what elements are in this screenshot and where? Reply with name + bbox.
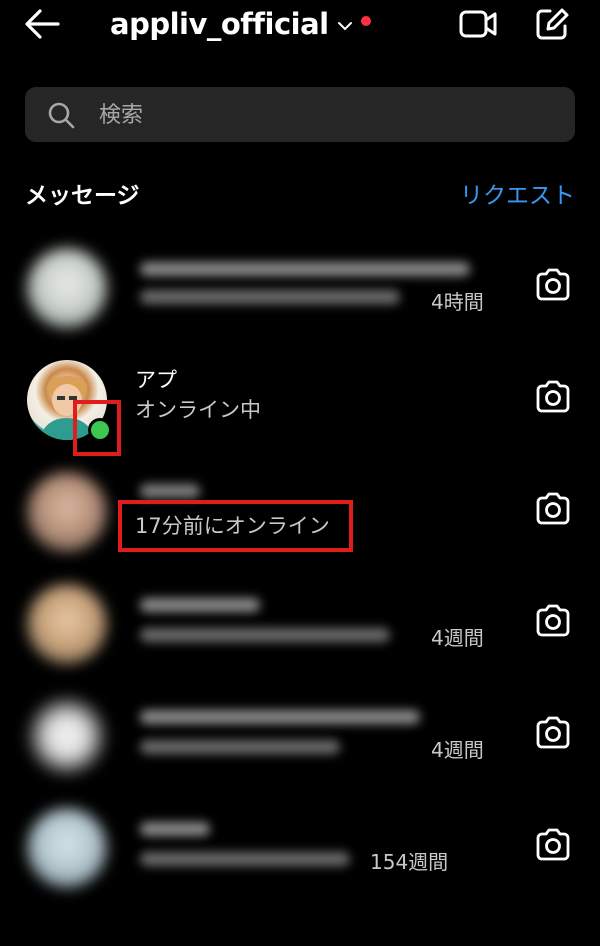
messages-heading: メッセージ	[25, 183, 140, 209]
camera-icon	[536, 268, 570, 301]
back-button[interactable]	[22, 6, 62, 42]
timestamp: 4週間	[431, 626, 484, 650]
camera-icon	[536, 828, 570, 861]
search-icon	[48, 102, 75, 129]
compose-button[interactable]	[534, 6, 570, 42]
blurred-name	[140, 822, 210, 836]
highlight-box-last-seen	[118, 500, 353, 552]
video-camera-icon	[459, 10, 497, 38]
camera-icon	[536, 492, 570, 525]
conversation-row[interactable]: 4週間	[0, 566, 600, 678]
requests-link[interactable]: リクエスト	[460, 176, 575, 210]
blurred-name	[140, 598, 260, 612]
video-call-button[interactable]	[458, 6, 498, 42]
avatar	[27, 248, 107, 328]
contact-name: アプ	[135, 368, 177, 392]
conversation-row[interactable]: 154週間	[0, 790, 600, 902]
account-switcher[interactable]: appliv_official	[110, 4, 371, 44]
timestamp: 154週間	[370, 850, 449, 874]
avatar	[27, 472, 107, 552]
top-bar: appliv_official	[0, 0, 600, 50]
avatar	[27, 808, 107, 888]
blurred-preview	[140, 290, 400, 304]
conversation-row[interactable]: 4時間	[0, 230, 600, 342]
online-status: オンライン中	[135, 398, 261, 422]
blurred-name	[140, 484, 200, 498]
account-name: appliv_official	[110, 7, 329, 41]
highlight-box-online-dot	[73, 400, 121, 456]
notification-dot	[360, 16, 371, 26]
camera-icon	[536, 604, 570, 637]
camera-button[interactable]	[534, 268, 572, 302]
blurred-preview	[140, 852, 350, 866]
search-input[interactable]	[97, 87, 561, 144]
blurred-name	[140, 710, 420, 724]
blurred-name	[140, 262, 470, 276]
camera-button[interactable]	[534, 828, 572, 862]
compose-icon	[536, 8, 569, 40]
chevron-down-icon	[337, 22, 352, 31]
camera-icon	[536, 380, 570, 413]
blurred-preview	[140, 740, 340, 754]
camera-button[interactable]	[534, 604, 572, 638]
camera-button[interactable]	[534, 492, 572, 526]
avatar	[27, 696, 107, 776]
avatar	[27, 584, 107, 664]
timestamp: 4週間	[431, 738, 484, 762]
conversation-row[interactable]: 4週間	[0, 678, 600, 790]
camera-button[interactable]	[534, 380, 572, 414]
search-bar[interactable]	[25, 87, 575, 144]
timestamp: 4時間	[431, 290, 484, 314]
camera-button[interactable]	[534, 716, 572, 750]
arrow-left-icon	[25, 9, 60, 39]
blurred-preview	[140, 628, 390, 642]
camera-icon	[536, 716, 570, 749]
